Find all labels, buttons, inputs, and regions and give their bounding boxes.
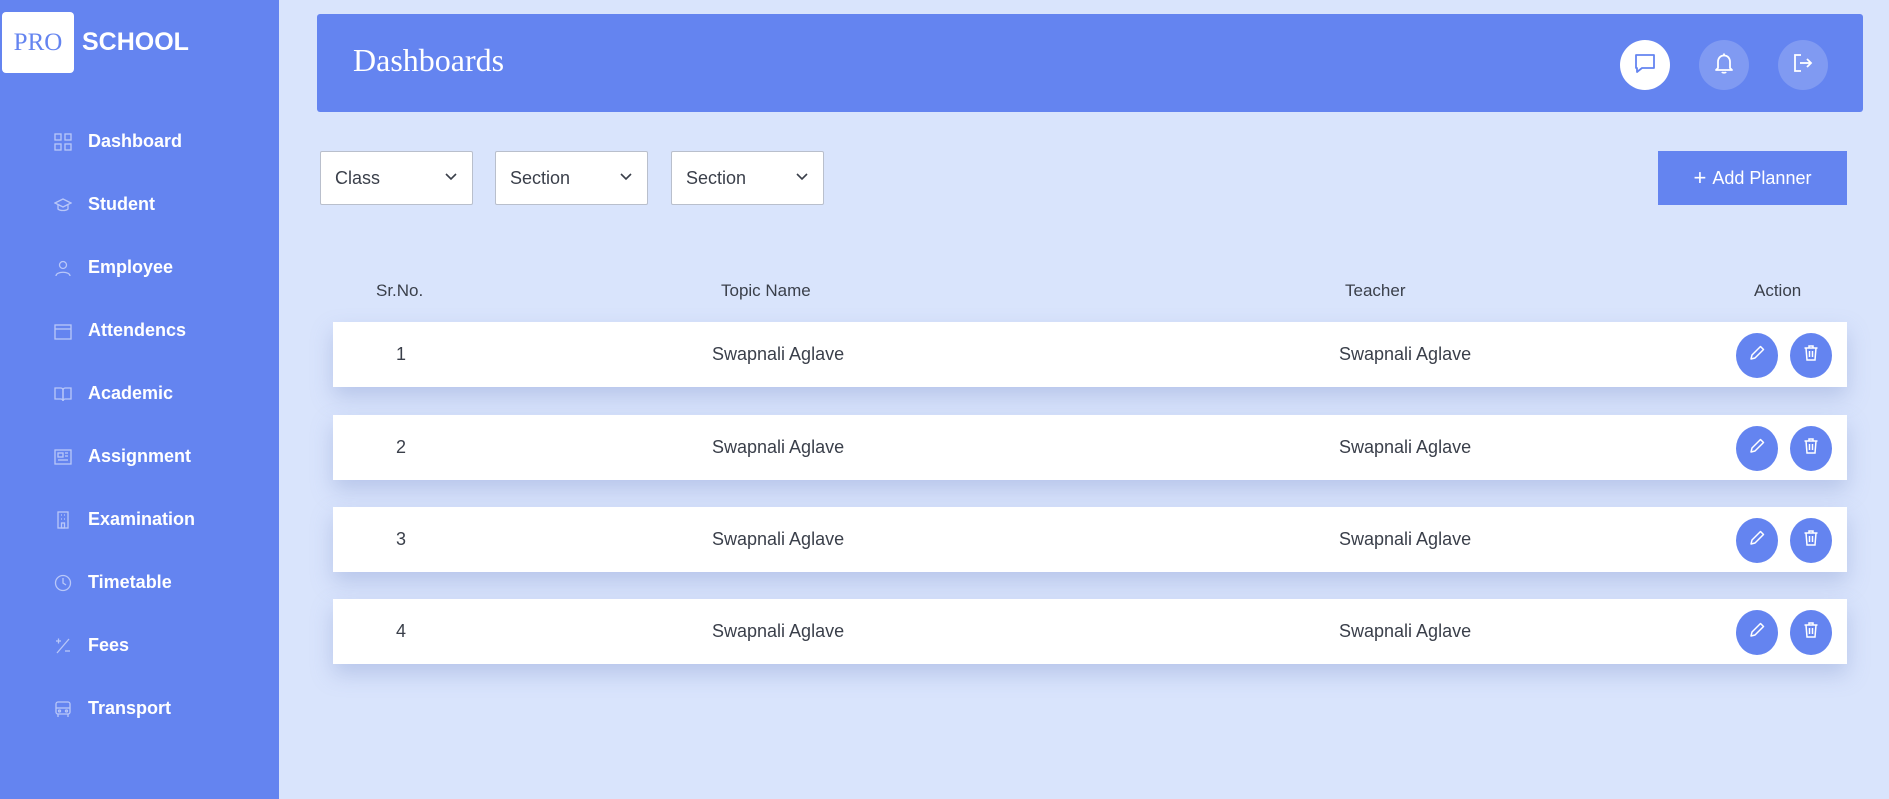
edit-button[interactable] bbox=[1736, 426, 1778, 471]
sidebar-item-label: Student bbox=[88, 194, 155, 214]
sidebar-item-label: Employee bbox=[88, 257, 174, 277]
sidebar-item-assignment[interactable]: Assignment bbox=[0, 425, 279, 488]
graduation-cap-icon bbox=[54, 196, 72, 214]
logo[interactable]: PRO SCHOOL bbox=[2, 12, 189, 73]
trash-icon bbox=[1802, 344, 1820, 367]
sr-cell: 2 bbox=[396, 437, 407, 457]
building-icon bbox=[54, 510, 72, 529]
header-topic-name: Topic Name bbox=[721, 281, 811, 300]
percent-icon bbox=[54, 637, 72, 655]
grid-icon bbox=[54, 132, 72, 151]
pencil-icon bbox=[1748, 437, 1766, 460]
edit-button[interactable] bbox=[1736, 610, 1778, 655]
sidebar-item-academic[interactable]: Academic bbox=[0, 362, 279, 425]
section-select[interactable]: Section bbox=[495, 151, 648, 205]
sr-cell: 3 bbox=[396, 529, 407, 549]
pencil-icon bbox=[1748, 529, 1766, 552]
trash-icon bbox=[1802, 529, 1820, 552]
header-action: Action bbox=[1754, 281, 1802, 300]
page-title: Dashboards bbox=[353, 42, 505, 78]
table-row: 3 Swapnali Aglave Swapnali Aglave bbox=[333, 507, 1847, 572]
topic-cell: Swapnali Aglave bbox=[712, 621, 845, 641]
section-select-2[interactable]: Section bbox=[671, 151, 824, 205]
delete-button[interactable] bbox=[1790, 333, 1832, 378]
sidebar-item-fees[interactable]: Fees bbox=[0, 614, 279, 677]
notifications-button[interactable] bbox=[1699, 40, 1749, 90]
sidebar-item-label: Attendencs bbox=[88, 320, 187, 340]
add-planner-button[interactable]: + Add Planner bbox=[1658, 151, 1847, 205]
sidebar-item-employee[interactable]: Employee bbox=[0, 236, 279, 299]
teacher-cell: Swapnali Aglave bbox=[1339, 621, 1472, 641]
chevron-down-icon bbox=[619, 169, 633, 188]
sidebar-item-dashboard[interactable]: Dashboard bbox=[0, 110, 279, 173]
class-select-label: Class bbox=[335, 167, 381, 188]
sidebar-item-student[interactable]: Student bbox=[0, 173, 279, 236]
topic-cell: Swapnali Aglave bbox=[712, 344, 845, 364]
sidebar-nav: Dashboard Student Employee Attendencs Ac… bbox=[0, 110, 279, 740]
pencil-icon bbox=[1748, 344, 1766, 367]
edit-button[interactable] bbox=[1736, 518, 1778, 563]
trash-icon bbox=[1802, 621, 1820, 644]
clock-icon bbox=[54, 574, 72, 592]
sidebar-item-label: Fees bbox=[88, 635, 130, 655]
sidebar-item-label: Transport bbox=[88, 698, 172, 718]
sidebar-item-label: Assignment bbox=[88, 446, 192, 466]
delete-button[interactable] bbox=[1790, 518, 1832, 563]
logout-button[interactable] bbox=[1778, 40, 1828, 90]
teacher-cell: Swapnali Aglave bbox=[1339, 437, 1472, 457]
sidebar-item-transport[interactable]: Transport bbox=[0, 677, 279, 740]
trash-icon bbox=[1802, 437, 1820, 460]
plus-icon: + bbox=[1693, 165, 1707, 190]
bell-icon bbox=[1712, 51, 1736, 80]
header-teacher: Teacher bbox=[1345, 281, 1406, 300]
section-select-label: Section bbox=[510, 167, 571, 188]
newspaper-icon bbox=[54, 448, 72, 466]
chevron-down-icon bbox=[444, 169, 458, 188]
topic-cell: Swapnali Aglave bbox=[712, 529, 845, 549]
chevron-down-icon bbox=[795, 169, 809, 188]
sidebar: PRO SCHOOL Dashboard Student Employee At… bbox=[0, 0, 279, 799]
delete-button[interactable] bbox=[1790, 426, 1832, 471]
pencil-icon bbox=[1748, 621, 1766, 644]
page-header: Dashboards bbox=[317, 14, 1863, 112]
sidebar-item-label: Academic bbox=[88, 383, 174, 403]
logo-box: PRO bbox=[2, 12, 74, 73]
calendar-icon bbox=[54, 322, 72, 340]
table-row: 1 Swapnali Aglave Swapnali Aglave bbox=[333, 322, 1847, 387]
logout-icon bbox=[1791, 51, 1815, 80]
edit-button[interactable] bbox=[1736, 333, 1778, 378]
sidebar-item-attendencs[interactable]: Attendencs bbox=[0, 299, 279, 362]
delete-button[interactable] bbox=[1790, 610, 1832, 655]
sidebar-item-label: Timetable bbox=[88, 572, 172, 592]
sidebar-item-label: Examination bbox=[88, 509, 196, 529]
book-icon bbox=[54, 385, 72, 403]
sidebar-item-label: Dashboard bbox=[88, 131, 183, 151]
bus-icon bbox=[54, 700, 72, 718]
add-planner-label: Add Planner bbox=[1712, 167, 1812, 188]
teacher-cell: Swapnali Aglave bbox=[1339, 344, 1472, 364]
sr-cell: 4 bbox=[396, 621, 407, 641]
class-select[interactable]: Class bbox=[320, 151, 473, 205]
header-sr-no: Sr.No. bbox=[376, 281, 424, 300]
table-row: 4 Swapnali Aglave Swapnali Aglave bbox=[333, 599, 1847, 664]
chat-icon bbox=[1633, 51, 1657, 80]
user-icon bbox=[54, 259, 72, 277]
sidebar-item-examination[interactable]: Examination bbox=[0, 488, 279, 551]
teacher-cell: Swapnali Aglave bbox=[1339, 529, 1472, 549]
logo-text: SCHOOL bbox=[82, 28, 189, 56]
sidebar-item-timetable[interactable]: Timetable bbox=[0, 551, 279, 614]
table-row: 2 Swapnali Aglave Swapnali Aglave bbox=[333, 415, 1847, 480]
sr-cell: 1 bbox=[396, 344, 407, 364]
chat-button[interactable] bbox=[1620, 40, 1670, 90]
topic-cell: Swapnali Aglave bbox=[712, 437, 845, 457]
section-select-2-label: Section bbox=[686, 167, 747, 188]
